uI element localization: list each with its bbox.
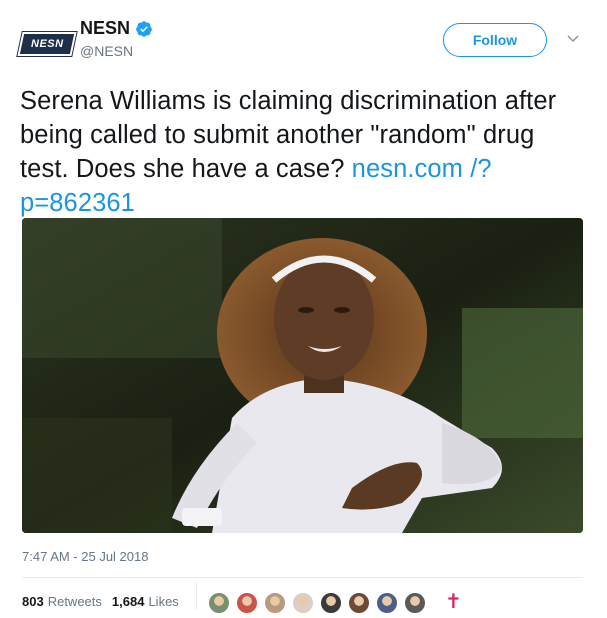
- stats-separator: [196, 582, 197, 610]
- tweet-photo[interactable]: [22, 218, 583, 533]
- verified-badge-icon: [135, 20, 153, 38]
- likes-stat[interactable]: 1,684 Likes: [112, 594, 179, 609]
- tweet-stats: 803 Retweets 1,684 Likes: [22, 594, 189, 609]
- logo-text: NESN: [30, 38, 64, 50]
- liker-avatar[interactable]: [348, 592, 370, 614]
- liker-avatar[interactable]: [236, 592, 258, 614]
- retweets-stat[interactable]: 803 Retweets: [22, 594, 102, 609]
- divider-top: [22, 577, 583, 578]
- tennis-player-photo: [22, 218, 583, 533]
- liker-avatar[interactable]: [292, 592, 314, 614]
- liker-avatar[interactable]: [264, 592, 286, 614]
- retweets-count: 803: [22, 594, 44, 609]
- likes-count: 1,684: [111, 594, 145, 609]
- tweet-timestamp[interactable]: 7:47 AM - 25 Jul 2018: [22, 549, 148, 564]
- nesn-logo[interactable]: NESN: [17, 32, 77, 56]
- liker-avatar[interactable]: [376, 592, 398, 614]
- follow-button[interactable]: Follow: [443, 23, 547, 57]
- account-name-row[interactable]: NESN: [80, 18, 153, 39]
- tweet-card: NESN NESN @NESN Follow Serena Williams i…: [0, 0, 607, 618]
- tweet-text: Serena Williams is claiming discriminati…: [20, 84, 590, 220]
- liker-avatar[interactable]: [208, 592, 230, 614]
- account-handle[interactable]: @NESN: [80, 43, 133, 59]
- liker-avatar[interactable]: [320, 592, 342, 614]
- chevron-down-icon[interactable]: [566, 34, 580, 44]
- retweets-label: Retweets: [47, 594, 102, 609]
- liker-avatar[interactable]: [404, 592, 426, 614]
- cross-avatar-icon[interactable]: ✝: [445, 591, 462, 613]
- display-name[interactable]: NESN: [80, 18, 130, 39]
- liker-avatars: [208, 592, 432, 614]
- likes-label: Likes: [148, 594, 179, 609]
